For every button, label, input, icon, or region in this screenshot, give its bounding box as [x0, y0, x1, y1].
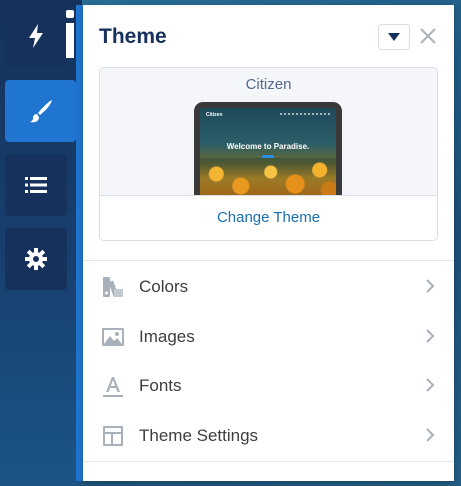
font-icon — [101, 374, 125, 398]
brush-icon — [29, 100, 52, 123]
chevron-right-icon — [426, 378, 435, 392]
theme-button[interactable] — [5, 80, 76, 142]
divider — [83, 461, 454, 462]
menu-item-label: Colors — [139, 277, 189, 296]
theme-preview: Citizen Welcome to Paradise. — [194, 102, 342, 198]
menu-item-label: Fonts — [139, 376, 182, 395]
close-icon — [420, 28, 436, 44]
list-icon — [25, 177, 47, 193]
menu-item-images[interactable]: Images — [83, 312, 454, 360]
panel-accent-strip — [76, 5, 83, 481]
change-theme-area: Change Theme — [100, 195, 437, 240]
lightning-icon — [29, 24, 43, 48]
chevron-right-icon — [426, 428, 435, 442]
change-theme-link[interactable]: Change Theme — [100, 209, 437, 226]
chevron-right-icon — [426, 329, 435, 343]
menu-item-label: Images — [139, 327, 195, 346]
menu-item-theme-settings[interactable]: Theme Settings — [83, 411, 454, 459]
preview-cta — [262, 155, 274, 158]
preview-heading: Welcome to Paradise. — [226, 142, 310, 151]
gear-icon — [25, 248, 47, 270]
panel-title: Theme — [99, 25, 167, 48]
menu-item-label: Theme Settings — [139, 426, 259, 445]
menu-item-colors[interactable]: Colors — [83, 262, 454, 310]
preview-brand: Citizen — [206, 112, 223, 118]
preview-screen: Citizen Welcome to Paradise. — [200, 108, 336, 198]
caret-down-icon — [388, 33, 400, 41]
theme-panel: Theme Citizen Citizen Welcome to Paradis… — [83, 5, 454, 481]
divider — [83, 260, 454, 261]
info-icon — [66, 10, 74, 58]
preview-image — [200, 158, 336, 198]
layout-icon — [101, 424, 125, 448]
lightning-button[interactable] — [5, 5, 67, 67]
menu-item-fonts[interactable]: Fonts — [83, 361, 454, 409]
panel-header: Theme — [83, 5, 454, 65]
image-icon — [101, 325, 125, 349]
preview-nav — [280, 113, 330, 117]
current-theme-card: Citizen Citizen Welcome to Paradise. Cha… — [99, 67, 438, 241]
panel-menu-button[interactable] — [378, 24, 410, 50]
chevron-right-icon — [426, 279, 435, 293]
palette-icon — [101, 275, 125, 299]
page-structure-button[interactable] — [5, 154, 67, 216]
settings-button[interactable] — [5, 228, 67, 290]
close-button[interactable] — [417, 25, 439, 47]
theme-name: Citizen — [245, 76, 292, 93]
